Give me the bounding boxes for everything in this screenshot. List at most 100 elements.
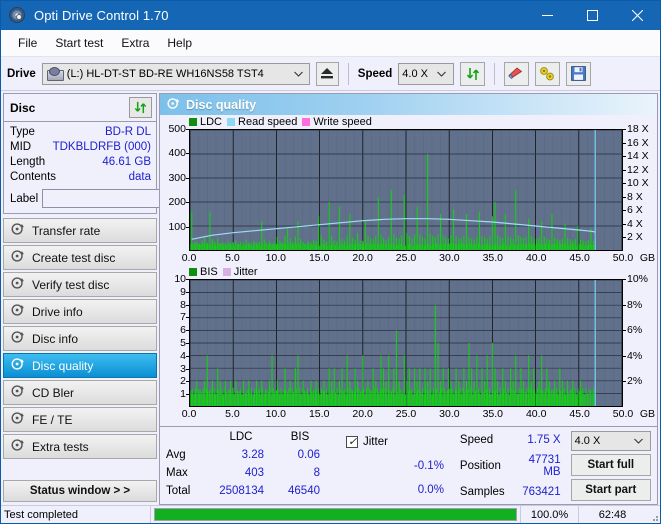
- disc-row-type: Type BD-R DL: [10, 125, 151, 140]
- bis-plot-area[interactable]: [189, 279, 623, 407]
- x-tick-label: 35.0: [482, 408, 504, 420]
- y2-tick-label: 2 X: [623, 231, 643, 244]
- x-tick-label: 20.0: [352, 408, 373, 420]
- y2-tick-label: 8%: [622, 298, 643, 311]
- status-window-button[interactable]: Status window > >: [3, 480, 157, 502]
- x-tick-label: 30.0: [439, 408, 460, 420]
- legend-label: BIS: [200, 266, 218, 278]
- disc-info-icon: [11, 303, 25, 320]
- sidebar-item-create-test-disc[interactable]: Create test disc: [3, 245, 157, 270]
- x-tick-label: 15.0: [308, 252, 330, 264]
- measurement-group: Speed 1.75 X Position 47731 MB Samples 7…: [460, 431, 561, 501]
- chevron-down-icon: [634, 435, 643, 447]
- disc-info-icon: [11, 330, 25, 347]
- drive-select[interactable]: (L:) HL-DT-ST BD-RE WH16NS58 TST4: [41, 62, 310, 85]
- disc-panel-header: Disc: [4, 94, 156, 122]
- legend-item-bis: BIS: [189, 266, 218, 278]
- maximize-icon[interactable]: [570, 1, 615, 30]
- sidebar-item-extra-tests[interactable]: Extra tests: [3, 434, 157, 459]
- stats-row-label: Max: [166, 467, 188, 479]
- x-tick-label: 50.0: [612, 408, 634, 420]
- jitter-label: Jitter: [363, 436, 388, 448]
- sidebar-item-fe-te[interactable]: FE / TE: [3, 407, 157, 432]
- main-panel-title: Disc quality: [186, 97, 257, 112]
- test-speed-select[interactable]: 4.0 X: [570, 431, 651, 451]
- x-tick-label: 20.0: [352, 252, 373, 264]
- bis-chart-legend: BIS Jitter: [160, 265, 657, 279]
- legend-swatch: [189, 118, 197, 126]
- bis-plot-svg: [190, 280, 622, 406]
- menu-item-extra[interactable]: Extra: [112, 33, 158, 53]
- legend-label: Write speed: [313, 116, 372, 128]
- start-part-button[interactable]: Start part: [570, 479, 651, 501]
- disc-test-icon: [11, 222, 25, 239]
- eject-button[interactable]: [315, 61, 339, 86]
- ldc-plot-area[interactable]: [189, 129, 623, 251]
- disc-row-mid: MID TDKBLDRFB (000): [10, 140, 151, 155]
- sidebar-item-verify-test-disc[interactable]: Verify test disc: [3, 272, 157, 297]
- disc-test-icon: [11, 384, 25, 401]
- y2-tick-label: 6%: [622, 324, 643, 337]
- disc-row-key: Length: [10, 156, 46, 168]
- y2-tick-label: 16 X: [623, 136, 649, 149]
- legend-item-ldc: LDC: [189, 116, 222, 128]
- y-tick-label: 7: [180, 311, 189, 324]
- jitter-toggle[interactable]: Jitter: [346, 435, 388, 448]
- speed-stat-label: Speed: [459, 434, 494, 446]
- refresh-arrows-icon[interactable]: [460, 61, 486, 86]
- minimize-icon[interactable]: [525, 1, 570, 30]
- sidebar-item-label: Create test disc: [32, 250, 116, 265]
- toolbar-divider: [347, 62, 349, 85]
- x-tick-label: 5.0: [225, 252, 240, 264]
- stats-total-ldc: 2508134: [219, 485, 264, 497]
- sidebar: Disc Type BD-R DL MID TDKBLDRFB (000) Le…: [1, 91, 243, 505]
- y2-tick-label: 10 X: [623, 177, 649, 190]
- y2-tick-label: 14 X: [623, 150, 649, 163]
- y2-tick-label: 6 X: [623, 204, 643, 217]
- bis-y-axis-left: 1 2 3 4 5 6 7 8 9 10: [160, 273, 189, 407]
- x-axis-unit: GB: [639, 252, 655, 264]
- sidebar-item-label: Disc quality: [32, 358, 94, 373]
- x-tick-label: 40.0: [525, 252, 547, 264]
- sidebar-item-cd-bler[interactable]: CD Bler: [3, 380, 157, 405]
- main-panel: Disc quality LDC Read speed Write speed …: [159, 93, 658, 505]
- sidebar-item-drive-info[interactable]: Drive info: [3, 299, 157, 324]
- menu-item-file[interactable]: File: [9, 33, 46, 53]
- disc-row-value: 46.61 GB: [102, 156, 151, 168]
- floppy-save-icon[interactable]: [566, 61, 592, 86]
- speed-label: Speed: [357, 67, 393, 80]
- menu-item-help[interactable]: Help: [158, 33, 201, 53]
- y-tick-label: 300: [168, 171, 189, 184]
- legend-item-write-speed: Write speed: [302, 116, 372, 128]
- wrench-icon[interactable]: [535, 61, 561, 86]
- sidebar-item-label: FE / TE: [32, 412, 73, 427]
- disc-test-icon: [11, 411, 25, 428]
- app-window: Opti Drive Control 1.70 File Start test …: [0, 0, 661, 524]
- speed-select[interactable]: 4.0 X: [398, 62, 455, 85]
- x-tick-label: 15.0: [308, 408, 330, 420]
- disc-row-key: Type: [10, 126, 35, 138]
- close-icon[interactable]: [615, 1, 660, 30]
- samples-label: Samples: [459, 486, 505, 498]
- y-tick-label: 9: [180, 285, 189, 298]
- start-full-button[interactable]: Start full: [570, 454, 651, 476]
- resize-grip-icon[interactable]: [646, 506, 660, 523]
- menu-item-start-test[interactable]: Start test: [46, 33, 112, 53]
- x-tick-label: 10.0: [265, 252, 287, 264]
- eraser-icon[interactable]: [504, 61, 530, 86]
- legend-swatch: [222, 268, 231, 276]
- x-axis-unit: GB: [639, 408, 655, 420]
- disc-test-icon: [11, 276, 25, 293]
- jitter-max: 0.0%: [417, 484, 444, 496]
- bis-x-axis: 0.0 5.0 10.0 15.0 20.0 25.0 30.0 35.0 40.0 45.0 50…: [182, 407, 655, 421]
- jitter-checkbox[interactable]: [346, 435, 358, 448]
- disc-refresh-button[interactable]: [129, 97, 152, 118]
- sidebar-item-disc-info[interactable]: Disc info: [3, 326, 157, 351]
- legend-label: Jitter: [233, 266, 258, 278]
- sidebar-item-transfer-rate[interactable]: Transfer rate: [3, 218, 157, 243]
- y-tick-label: 1: [180, 388, 189, 401]
- speed-stat-value: 1.75 X: [527, 434, 561, 446]
- stats-table: LDC BIS Avg 3.28 0.06 Max 403 8 Total 25…: [166, 431, 328, 501]
- sidebar-item-disc-quality[interactable]: Disc quality: [3, 353, 157, 378]
